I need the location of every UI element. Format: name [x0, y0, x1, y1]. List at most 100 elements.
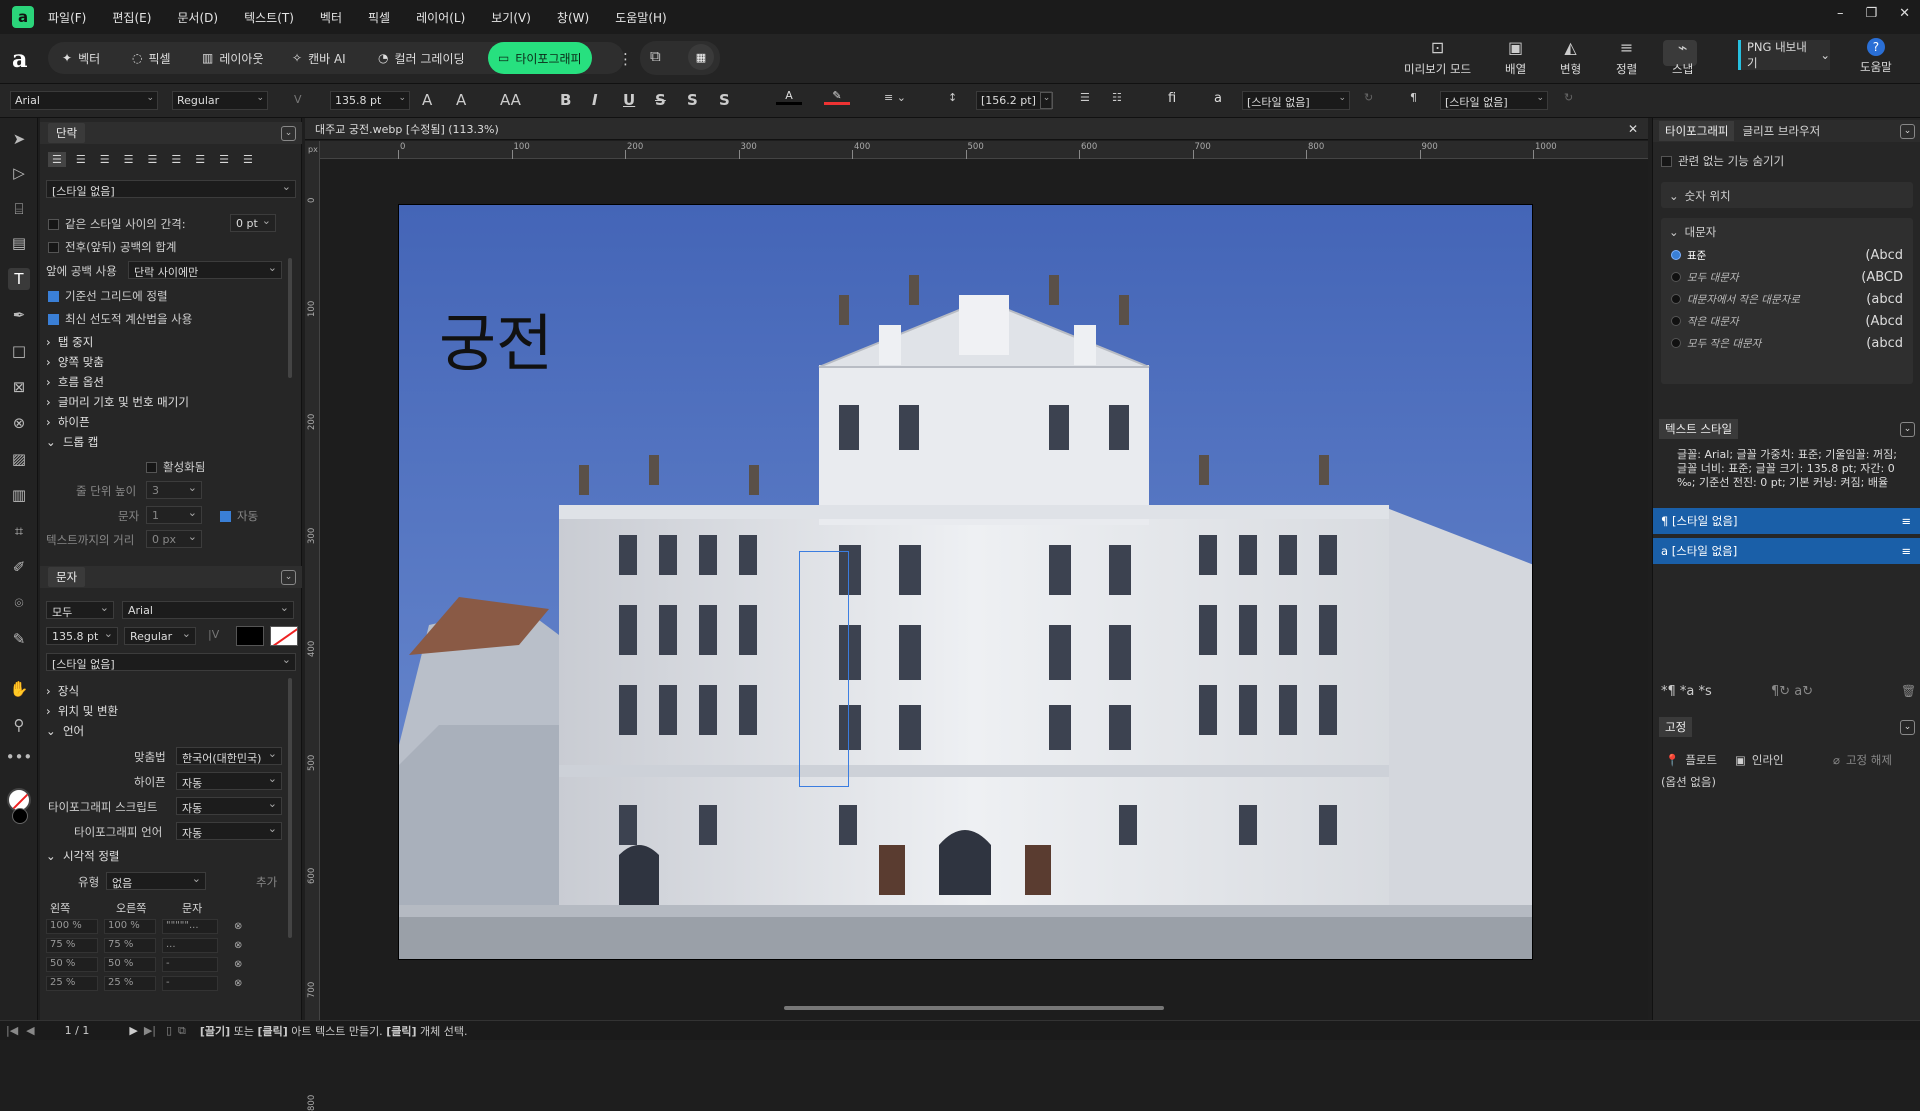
tab-pin[interactable]: 고정 — [1659, 717, 1693, 737]
typography-language-select[interactable]: 자동 — [176, 822, 282, 840]
optical-table-cell[interactable]: 25 % — [104, 976, 156, 991]
font-weight-select[interactable]: Regular ⌄ — [172, 91, 268, 110]
export-png-button[interactable]: PNG 내보내기 ⌄ — [1738, 40, 1830, 70]
preview-mode-button[interactable]: ⊡ 미리보기 모드 — [1404, 38, 1471, 77]
panel-menu-icon[interactable]: ⌄ — [1900, 421, 1915, 437]
more-tools-icon[interactable]: ••• — [6, 746, 33, 768]
persona-pixel[interactable]: ◌ 픽셀 — [122, 42, 181, 74]
selection-box[interactable] — [799, 551, 849, 787]
close-tab-icon[interactable]: ✕ — [1628, 122, 1638, 136]
highlight-icon[interactable]: ✎ — [824, 89, 850, 105]
unpin-button[interactable]: 고정 해제 — [1846, 752, 1892, 768]
optical-table-cell[interactable]: 50 % — [46, 957, 98, 972]
space-before-select[interactable]: 단락 사이에만 — [128, 261, 282, 279]
spread-icon[interactable]: ▯ — [166, 1024, 172, 1037]
picker-tool-icon[interactable]: ✐ — [8, 556, 30, 578]
section-number-position[interactable]: ⌄ 숫자 위치 — [1661, 182, 1913, 208]
ligature-button[interactable]: fi — [1168, 91, 1176, 106]
tab-character[interactable]: 문자 — [48, 567, 86, 587]
optical-table-cell[interactable]: """""... — [162, 919, 218, 934]
persona-typography[interactable]: ▭ 타이포그래피 — [488, 42, 592, 74]
restore-icon[interactable]: ❐ — [1865, 6, 1877, 21]
crop-tool-icon[interactable]: ⌗ — [8, 520, 30, 542]
section-flow-options[interactable]: › 흐름 옵션 — [46, 374, 104, 390]
script-select[interactable]: 모두 — [46, 601, 114, 619]
caps-option[interactable]: 모두 작은 대문자 (abcd — [1671, 334, 1907, 352]
persona-color-grading[interactable]: ◔ 컬러 그레이딩 — [368, 42, 475, 74]
justify-all-icon[interactable]: ☰ — [191, 152, 209, 167]
rectangle-tool-icon[interactable]: □ — [8, 340, 30, 362]
panel-menu-icon[interactable]: ⌄ — [1900, 123, 1915, 139]
decrease-size-icon[interactable]: A — [456, 91, 466, 109]
panel-menu-icon[interactable]: ⌄ — [281, 125, 296, 141]
delete-icon[interactable]: 🗑 — [1901, 684, 1916, 698]
bold-button[interactable]: B — [560, 91, 571, 109]
text-frame-icon[interactable]: ▥ — [8, 484, 30, 506]
artistic-text-icon[interactable]: T — [8, 268, 30, 290]
optical-table-cell[interactable]: 100 % — [46, 919, 98, 934]
spacing-checkbox[interactable] — [48, 218, 59, 230]
optical-table-cell[interactable]: - — [162, 957, 218, 972]
frame-text-icon[interactable]: ⌸ — [8, 198, 30, 220]
section-tab-stops[interactable]: › 탭 중지 — [46, 334, 93, 350]
transform-button[interactable]: ◭ 변형 — [1560, 38, 1581, 77]
align-away-spine-icon[interactable]: ☰ — [239, 152, 257, 167]
fill-tool-icon[interactable]: ⌾ — [8, 592, 30, 614]
menu-text[interactable]: 텍스트(T) — [244, 9, 294, 26]
subscript-button[interactable]: S — [719, 91, 730, 109]
scrollbar[interactable] — [288, 678, 292, 938]
stroke-swatch-icon[interactable] — [12, 808, 28, 824]
tab-text-styles[interactable]: 텍스트 스타일 — [1659, 419, 1739, 439]
last-page-icon[interactable]: ▶| — [144, 1024, 156, 1037]
justify-center-icon[interactable]: ☰ — [144, 152, 162, 167]
row-menu-icon[interactable]: ≡ — [1901, 544, 1911, 558]
optical-table-cell[interactable]: ... — [162, 938, 218, 953]
scrollbar[interactable] — [288, 258, 292, 378]
menu-window[interactable]: 창(W) — [557, 9, 589, 26]
assistant-icon[interactable]: ⧉ — [650, 47, 661, 65]
arrange-button[interactable]: ▣ 배열 — [1505, 38, 1526, 77]
next-page-icon[interactable]: ▶ — [129, 1024, 137, 1037]
align-button[interactable]: ≡ 정렬 — [1616, 38, 1637, 77]
optimal-leading-checkbox[interactable] — [48, 313, 59, 325]
section-optical-alignment[interactable]: ⌄ 시각적 정렬 — [46, 848, 120, 864]
align-right-icon[interactable]: ☰ — [96, 152, 114, 167]
underline-button[interactable]: U — [623, 91, 635, 109]
tab-typography[interactable]: 타이포그래피 — [1659, 121, 1735, 141]
font-size-select[interactable]: 135.8 pt — [46, 627, 118, 645]
character-style-select[interactable]: [스타일 없음] ⌄ — [1242, 91, 1350, 110]
optical-table-cell[interactable]: - — [162, 976, 218, 991]
radio-button[interactable] — [1671, 316, 1681, 326]
minimize-icon[interactable]: – — [1837, 6, 1844, 21]
justify-left-icon[interactable]: ☰ — [120, 152, 138, 167]
optical-table-cell[interactable]: 25 % — [46, 976, 98, 991]
align-center-icon[interactable]: ☰ — [72, 152, 90, 167]
paragraph-style-row[interactable]: ¶ [스타일 없음] ≡ — [1653, 508, 1920, 534]
persona-canva-ai[interactable]: ✧ 캔바 AI — [282, 42, 356, 74]
optical-table-cell[interactable]: 100 % — [104, 919, 156, 934]
increase-size-icon[interactable]: A — [422, 91, 432, 109]
more-icon[interactable]: ⋮ — [618, 50, 633, 68]
image-frame-icon[interactable]: ⊠ — [8, 376, 30, 398]
menu-pixel[interactable]: 픽셀 — [368, 9, 390, 26]
add-button[interactable]: 추가 — [256, 874, 277, 890]
menu-layer[interactable]: 레이어(L) — [416, 9, 465, 26]
menu-view[interactable]: 보기(V) — [491, 9, 531, 26]
first-page-icon[interactable]: |◀ — [6, 1024, 18, 1037]
style-actions-icon[interactable]: *¶ *a *s — [1661, 684, 1712, 699]
paragraph-style-select[interactable]: [스타일 없음] ⌄ — [1440, 91, 1548, 110]
chevron-down-icon[interactable]: ⌄ — [1040, 92, 1053, 109]
leading-icon[interactable]: ↕ — [948, 91, 957, 104]
italic-button[interactable]: I — [592, 91, 598, 109]
spelling-language-select[interactable]: 한국어(대한민국) — [176, 747, 282, 765]
optical-table-cell[interactable]: 75 % — [46, 938, 98, 953]
menu-document[interactable]: 문서(D) — [177, 9, 218, 26]
prev-page-icon[interactable]: ◀ — [26, 1024, 34, 1037]
ellipse-frame-icon[interactable]: ⊗ — [8, 412, 30, 434]
dropcap-enable-checkbox[interactable] — [146, 461, 157, 473]
section-justification[interactable]: › 양쪽 맞춤 — [46, 354, 104, 370]
node-tool-icon[interactable]: ▷ — [8, 162, 30, 184]
panel-menu-icon[interactable]: ⌄ — [281, 569, 296, 585]
pen-tool-icon[interactable]: ✒ — [8, 304, 30, 326]
radio-button[interactable] — [1671, 338, 1681, 348]
